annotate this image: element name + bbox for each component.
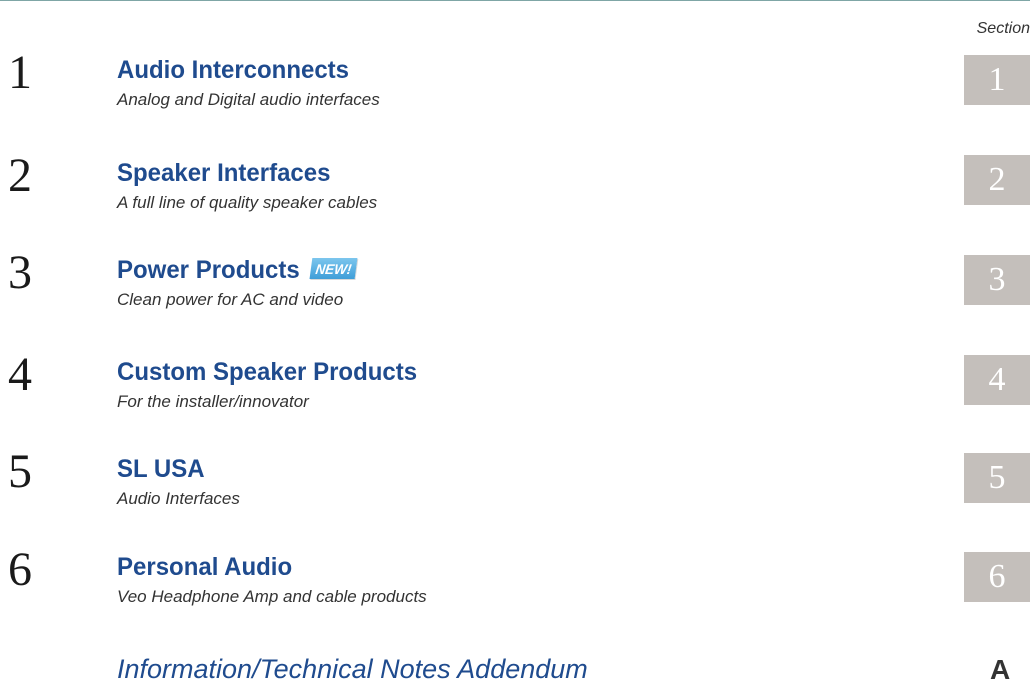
entry-title[interactable]: SL USA: [117, 454, 205, 484]
entry-title[interactable]: Power Products NEW!: [117, 255, 359, 285]
entry-number: 2: [8, 149, 32, 202]
entry-title-text: Power Products: [117, 256, 300, 284]
toc-entry-5[interactable]: 5 SL USA Audio Interfaces: [0, 448, 1030, 534]
addendum-title[interactable]: Information/Technical Notes Addendum: [117, 653, 588, 685]
entry-subtitle: For the installer/innovator: [117, 392, 309, 411]
entry-number: 3: [8, 246, 32, 299]
entry-title[interactable]: Custom Speaker Products: [117, 357, 417, 387]
section-tab-5[interactable]: 5: [964, 453, 1030, 503]
entry-number: 6: [8, 543, 32, 596]
entry-title[interactable]: Audio Interconnects: [117, 55, 349, 85]
section-tab-3[interactable]: 3: [964, 255, 1030, 305]
entry-title[interactable]: Speaker Interfaces: [117, 158, 330, 188]
entry-number: 1: [8, 46, 32, 99]
entry-subtitle: Audio Interfaces: [117, 489, 240, 508]
toc-entry-4[interactable]: 4 Custom Speaker Products For the instal…: [0, 351, 1030, 437]
entry-number: 5: [8, 445, 32, 498]
entry-subtitle: Analog and Digital audio interfaces: [117, 90, 380, 109]
entry-subtitle: A full line of quality speaker cables: [117, 193, 378, 212]
toc-entry-1[interactable]: 1 Audio Interconnects Analog and Digital…: [0, 49, 1030, 135]
section-tab-2[interactable]: 2: [964, 155, 1030, 205]
toc-entry-6[interactable]: 6 Personal Audio Veo Headphone Amp and c…: [0, 546, 1030, 632]
section-tab-6[interactable]: 6: [964, 552, 1030, 602]
section-tab-4[interactable]: 4: [964, 355, 1030, 405]
toc-entry-3[interactable]: 3 Power Products NEW! Clean power for AC …: [0, 249, 1030, 335]
top-rule: [0, 0, 1030, 1]
entry-subtitle: Clean power for AC and video: [117, 290, 344, 309]
new-badge: NEW!: [309, 258, 359, 279]
section-tab-1[interactable]: 1: [964, 55, 1030, 105]
entry-subtitle: Veo Headphone Amp and cable products: [117, 587, 427, 606]
addendum-tab[interactable]: A: [990, 654, 1010, 686]
toc-entry-2[interactable]: 2 Speaker Interfaces A full line of qual…: [0, 152, 1030, 238]
entry-number: 4: [8, 348, 32, 401]
entry-title[interactable]: Personal Audio: [117, 552, 292, 582]
section-header: Section: [976, 20, 1030, 37]
